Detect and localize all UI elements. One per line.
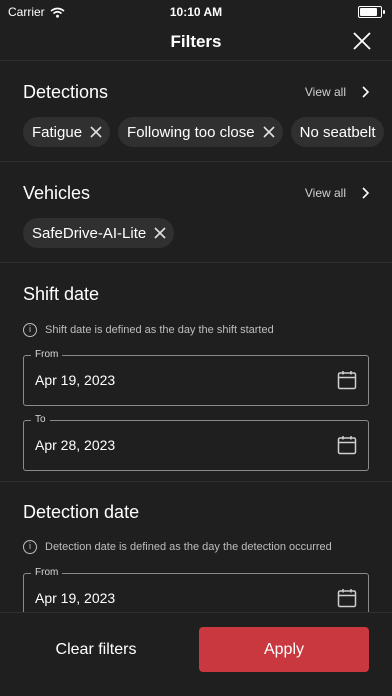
detections-title: Detections [23,81,109,102]
field-legend: From [31,349,63,360]
shift-to-field[interactable]: To Apr 28, 2023 [23,414,369,471]
status-bar: Carrier 10:10 AM [0,0,392,24]
detection-date-header: Detection date [0,482,392,540]
shift-date-info: i Shift date is defined as the day the s… [0,323,392,337]
remove-icon[interactable] [154,227,166,239]
detections-chips: Fatigue Following too close No seatbelt [0,117,392,147]
remove-icon[interactable] [263,126,275,138]
chevron-right-icon [362,86,370,98]
apply-button[interactable]: Apply [199,627,369,672]
vehicles-section: Vehicles View all SafeDrive-AI-Lite [0,162,392,263]
field-legend: From [31,567,63,578]
view-all-label: View all [304,85,346,99]
vehicles-view-all[interactable]: View all [305,186,370,200]
battery-icon [358,6,385,18]
shift-from-field[interactable]: From Apr 19, 2023 [23,349,369,406]
page-title: Filters [170,32,222,51]
close-icon[interactable] [350,29,374,53]
shift-date-info-text: Shift date is defined as the day the shi… [45,324,274,336]
info-icon: i [23,323,37,337]
detections-section: Detections View all Fatigue Following to… [0,61,392,162]
detection-date-section: Detection date i Detection date is defin… [0,482,392,624]
chip-label: No seatbelt [299,123,376,141]
nav-bar: Filters [0,24,392,61]
detection-date-info-text: Detection date is defined as the day the… [45,541,332,553]
chip-no-seatbelt[interactable]: No seatbelt [290,117,384,147]
detection-date-info: i Detection date is defined as the day t… [0,540,392,554]
vehicles-chips: SafeDrive-AI-Lite [0,218,392,248]
field-value: Apr 28, 2023 [35,437,116,453]
vehicles-header: Vehicles View all [0,162,392,218]
calendar-icon[interactable] [337,588,357,608]
remove-icon[interactable] [90,126,102,138]
shift-date-title: Shift date [23,283,100,304]
chip-fatigue[interactable]: Fatigue [23,117,111,147]
clear-filters-button[interactable]: Clear filters [22,627,170,672]
detection-date-title: Detection date [23,501,140,522]
shift-date-header: Shift date [0,263,392,323]
chip-label: Fatigue [32,123,83,141]
info-icon: i [23,540,37,554]
vehicles-title: Vehicles [23,182,91,203]
chip-label: SafeDrive-AI-Lite [32,224,147,242]
status-time: 10:10 AM [169,5,223,19]
view-all-label: View all [304,186,346,200]
field-value: Apr 19, 2023 [35,590,116,606]
calendar-icon[interactable] [337,370,357,390]
shift-date-section: Shift date i Shift date is defined as th… [0,263,392,482]
chip-label: Following too close [127,123,255,141]
detections-header: Detections View all [0,61,392,117]
chip-following-too-close[interactable]: Following too close [118,117,283,147]
detections-view-all[interactable]: View all [305,85,370,99]
footer-bar: Clear filters Apply [0,612,392,696]
chevron-right-icon [362,187,370,199]
field-legend: To [31,414,50,425]
field-value: Apr 19, 2023 [35,372,116,388]
calendar-icon[interactable] [337,435,357,455]
chip-vehicle[interactable]: SafeDrive-AI-Lite [23,218,175,248]
